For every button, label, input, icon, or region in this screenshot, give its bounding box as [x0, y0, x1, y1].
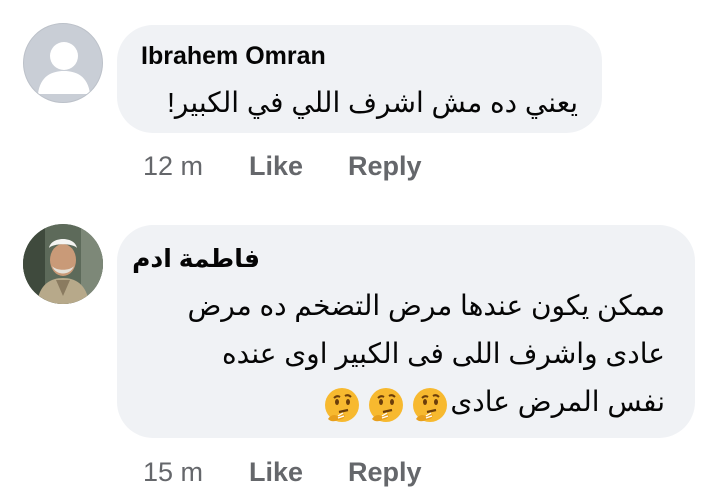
comment-text-line: يعني ده مش اشرف اللي في الكبير!	[167, 87, 578, 118]
like-button[interactable]: Like	[249, 455, 303, 489]
comment-author[interactable]: Ibrahem Omran	[141, 41, 326, 71]
comment-bubble: فاطمة ادم ممكن يكون عندها مرض التضخم ده …	[117, 225, 695, 438]
comment-author[interactable]: فاطمة ادم	[132, 244, 260, 274]
comment-text-line: نفس المرض عادى	[147, 378, 665, 428]
comment-text-line: عادى واشرف اللى فى الكبير اوى عنده	[221, 338, 665, 369]
avatar[interactable]	[23, 23, 103, 103]
reply-button[interactable]: Reply	[348, 149, 422, 183]
emoji-group	[318, 380, 450, 428]
thinking-face-icon	[369, 388, 404, 423]
reply-button[interactable]: Reply	[348, 455, 422, 489]
comment-text: يعني ده مش اشرف اللي في الكبير!	[141, 79, 578, 127]
comment-text: ممكن يكون عندها مرض التضخم ده مرض عادى و…	[147, 282, 665, 428]
like-button[interactable]: Like	[249, 149, 303, 183]
thinking-face-icon	[325, 388, 360, 423]
avatar[interactable]	[23, 224, 103, 304]
thinking-face-icon	[413, 388, 448, 423]
comment-timestamp[interactable]: 12 m	[143, 149, 203, 183]
comment-timestamp[interactable]: 15 m	[143, 455, 203, 489]
profile-photo	[23, 224, 103, 304]
comment-text-line: ممكن يكون عندها مرض التضخم ده مرض	[187, 290, 665, 321]
default-avatar-icon	[38, 42, 90, 94]
comment-text-fragment: نفس المرض عادى	[450, 386, 665, 417]
comment-bubble: Ibrahem Omran يعني ده مش اشرف اللي في ال…	[117, 25, 602, 133]
